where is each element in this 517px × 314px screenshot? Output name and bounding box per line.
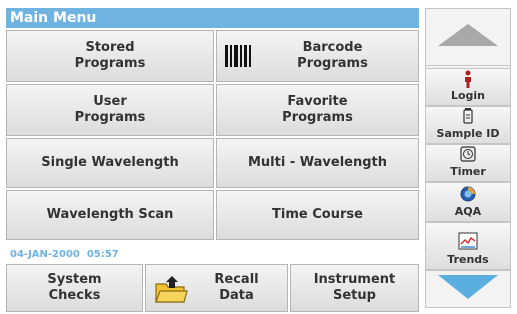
timer-button[interactable]: Timer (425, 144, 511, 182)
single-wavelength-label: Single Wavelength (41, 155, 179, 170)
scroll-down-button[interactable] (425, 270, 511, 308)
single-wavelength-button[interactable]: Single Wavelength (6, 138, 214, 188)
trends-chart-icon (458, 232, 478, 252)
timer-label: Timer (450, 165, 486, 178)
person-icon (463, 70, 473, 88)
system-checks-label: System Checks (47, 272, 102, 303)
login-label: Login (450, 89, 486, 102)
arrow-down-icon (436, 273, 500, 305)
sample-id-button[interactable]: Sample ID (425, 106, 511, 144)
datetime-display: 04-JAN-2000 05:57 (10, 249, 119, 260)
time-course-label: Time Course (272, 207, 363, 222)
system-checks-button[interactable]: System Checks (6, 264, 143, 312)
user-programs-button[interactable]: User Programs (6, 84, 214, 136)
scroll-up-button[interactable] (425, 8, 511, 66)
trends-label: Trends (447, 253, 489, 266)
instrument-setup-label: Instrument Setup (313, 272, 396, 303)
aqa-button[interactable]: AQA (425, 182, 511, 222)
aqa-icon (460, 186, 476, 204)
login-button[interactable]: Login (425, 68, 511, 106)
stored-programs-button[interactable]: Stored Programs (6, 30, 214, 82)
recall-data-label: Recall Data (214, 272, 259, 303)
recall-data-button[interactable]: Recall Data (145, 264, 288, 312)
stored-programs-label: Stored Programs (74, 40, 146, 71)
barcode-icon (225, 45, 251, 72)
sample-id-label: Sample ID (436, 127, 500, 140)
multi-wavelength-button[interactable]: Multi - Wavelength (216, 138, 419, 188)
instrument-setup-button[interactable]: Instrument Setup (290, 264, 419, 312)
barcode-programs-label: Barcode Programs (297, 40, 368, 71)
folder-icon (154, 274, 188, 309)
trends-button[interactable]: Trends (425, 222, 511, 270)
multi-wavelength-label: Multi - Wavelength (247, 155, 387, 170)
favorite-programs-label: Favorite Programs (282, 94, 353, 125)
time-course-button[interactable]: Time Course (216, 190, 419, 240)
sample-bottle-icon (462, 108, 474, 126)
page-title: Main Menu (6, 8, 419, 28)
timer-icon (460, 146, 476, 164)
arrow-up-icon (436, 22, 500, 52)
wavelength-scan-label: Wavelength Scan (46, 207, 174, 222)
user-programs-label: User Programs (74, 94, 146, 125)
favorite-programs-button[interactable]: Favorite Programs (216, 84, 419, 136)
wavelength-scan-button[interactable]: Wavelength Scan (6, 190, 214, 240)
aqa-label: AQA (454, 205, 482, 218)
barcode-programs-button[interactable]: Barcode Programs (216, 30, 419, 82)
